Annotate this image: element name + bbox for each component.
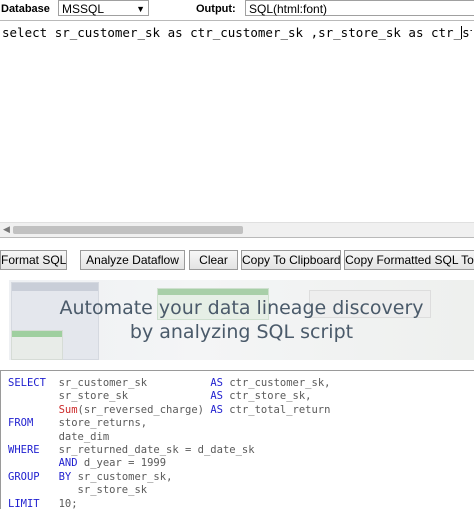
output-line: Sum(sr_reversed_charge) AS ctr_total_ret…	[8, 403, 331, 417]
sql-keyword: SELECT	[8, 377, 46, 389]
horizontal-scrollbar[interactable]: ◀	[0, 222, 474, 237]
sql-identifier: d_year = 1999	[83, 457, 167, 470]
formatted-sql-output: SELECT sr_customer_sk AS ctr_customer_sk…	[0, 370, 474, 510]
output-value: SQL(html:font)	[249, 2, 328, 16]
sql-identifier: sr_customer_sk,	[77, 470, 173, 483]
output-line: AND d_year = 1999	[8, 457, 166, 470]
sql-keyword: LIMIT	[8, 497, 40, 510]
sql-identifier: ctr_total_return	[229, 403, 331, 416]
sql-token: select	[2, 25, 55, 40]
output-line: SELECT sr_customer_sk AS ctr_customer_sk…	[8, 377, 330, 390]
sql-identifier: 10;	[58, 497, 78, 510]
output-select[interactable]: SQL(html:font)	[245, 0, 474, 16]
sql-token: ,	[303, 25, 319, 40]
output-line: date_dim	[8, 430, 110, 444]
sql-keyword: GROUP	[8, 470, 40, 483]
output-line: sr_store_sk AS ctr_store_sk,	[8, 390, 312, 403]
lineage-banner[interactable]: Automate your data lineage discovery by …	[9, 280, 474, 360]
sql-token: store_	[462, 25, 472, 40]
sql-keyword: AND	[58, 457, 78, 470]
banner-line: Automate your data lineage discovery	[59, 297, 424, 319]
toolbar: Database MSSQL ▼ Output: SQL(html:font)	[0, 0, 474, 18]
format-sql-button[interactable]: Format SQL	[0, 250, 67, 270]
sql-identifier: sr_returned_date_sk = d_date_sk	[58, 444, 255, 456]
output-line: WHERE sr_returned_date_sk = d_date_sk	[8, 444, 255, 457]
sql-input-text[interactable]: select sr_customer_sk as ctr_customer_sk…	[2, 25, 472, 40]
sql-identifier: ctr_customer_sk,	[229, 377, 331, 389]
sql-identifier: date_dim	[58, 430, 110, 443]
sql-keyword: BY	[58, 470, 72, 483]
scrollbar-thumb[interactable]	[13, 226, 243, 234]
sql-identifier: ctr_store_sk,	[229, 390, 312, 403]
analyze-dataflow-button[interactable]: Analyze Dataflow	[80, 250, 185, 270]
sql-input-editor[interactable]: select sr_customer_sk as ctr_customer_sk…	[0, 20, 474, 238]
scroll-left-icon[interactable]: ◀	[3, 224, 10, 235]
sql-keyword: AS	[210, 377, 223, 389]
sql-function: Sum	[58, 403, 78, 416]
sql-token: sr_store_sk	[318, 25, 401, 40]
copy-formatted-sql-button[interactable]: Copy Formatted SQL To	[344, 250, 474, 270]
copy-to-clipboard-button[interactable]: Copy To Clipboard	[241, 250, 341, 270]
sql-keyword: AS	[210, 403, 223, 416]
database-label: Database	[1, 3, 50, 15]
database-value: MSSQL	[62, 2, 105, 16]
sql-identifier: sr_store_sk	[77, 484, 148, 497]
output-label: Output:	[196, 3, 236, 15]
sql-identifier: store_returns,	[58, 417, 148, 430]
sql-identifier: (sr_reversed_charge)	[77, 403, 204, 416]
sql-keyword: WHERE	[8, 444, 40, 456]
banner-line: by analyzing SQL script	[129, 321, 354, 343]
sql-keyword: AS	[210, 390, 223, 403]
sql-keyword: FROM	[8, 417, 34, 430]
database-select[interactable]: MSSQL ▼	[58, 0, 149, 16]
sql-identifier: sr_store_sk	[58, 390, 129, 403]
banner-title: Automate your data lineage discovery by …	[9, 296, 474, 344]
sql-token: ctr_customer_sk	[190, 25, 304, 40]
output-line: FROM store_returns,	[8, 417, 147, 430]
output-line: sr_store_sk	[8, 484, 148, 497]
sql-token: as	[160, 25, 191, 40]
sql-identifier: sr_customer_sk	[58, 377, 148, 389]
sql-token: sr_customer_sk	[54, 25, 161, 40]
clear-button[interactable]: Clear	[189, 250, 238, 270]
chevron-down-icon: ▼	[136, 4, 145, 14]
output-line: GROUP BY sr_customer_sk,	[8, 471, 172, 484]
sql-token: as ctr_	[400, 25, 462, 40]
